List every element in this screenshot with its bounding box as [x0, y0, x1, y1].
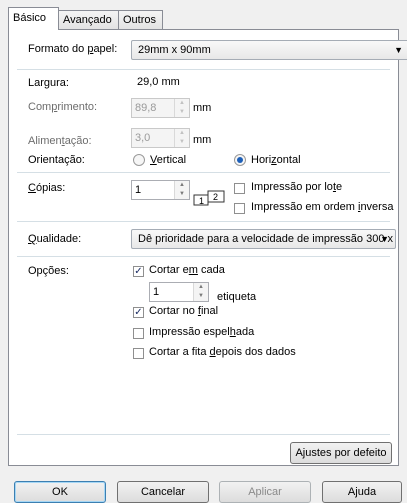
feed-unit: mm	[193, 134, 212, 146]
mirror-print-label[interactable]: Impressão espelhada	[149, 326, 254, 338]
length-label: Comprimento:	[28, 101, 98, 113]
paper-format-dropdown[interactable]: 29mm x 90mm ▼	[131, 40, 407, 60]
paper-format-label: Formato do papel:	[28, 43, 118, 55]
cancel-button[interactable]: Cancelar	[117, 481, 209, 503]
cut-after-checkbox[interactable]	[133, 348, 144, 359]
chevron-down-icon: ▼	[394, 45, 403, 55]
ok-button[interactable]: OK	[14, 481, 106, 503]
cut-count-spin-buttons[interactable]: ▲ ▼	[193, 283, 208, 301]
spin-down-icon: ▼	[179, 109, 185, 115]
cut-each-checkbox[interactable]: ✓	[133, 266, 144, 277]
length-input[interactable]: 89,8 ▲ ▼	[131, 98, 190, 118]
separator	[17, 172, 390, 173]
options-label: Opções:	[28, 265, 69, 277]
help-button[interactable]: Ajuda	[322, 481, 402, 503]
spin-up-icon: ▲	[179, 100, 185, 106]
paper-format-value: 29mm x 90mm	[138, 44, 211, 56]
copies-spin-buttons[interactable]: ▲ ▼	[174, 181, 189, 199]
mirror-print-checkbox[interactable]	[133, 328, 144, 339]
copies-input[interactable]: 1 ▲ ▼	[131, 180, 190, 200]
feed-spin-buttons[interactable]: ▲ ▼	[174, 129, 189, 147]
orientation-label: Orientação:	[28, 154, 85, 166]
spin-up-icon: ▲	[198, 284, 204, 290]
svg-text:1: 1	[199, 196, 204, 206]
spin-down-icon: ▼	[179, 191, 185, 197]
quality-value: Dê prioridade para a velocidade de impre…	[138, 233, 393, 245]
orientation-vertical-radio[interactable]	[133, 154, 145, 166]
label-unit: etiqueta	[217, 291, 257, 303]
spin-down-icon: ▼	[179, 139, 185, 145]
collate-copies-icon: 1 2	[193, 190, 225, 206]
separator	[17, 69, 390, 70]
spin-down-icon: ▼	[198, 293, 204, 299]
cut-after-label[interactable]: Cortar a fita depois dos dados	[149, 346, 296, 358]
separator	[17, 221, 390, 222]
cut-count-input[interactable]: 1 ▲ ▼	[149, 282, 209, 302]
orientation-horizontal-radio[interactable]	[234, 154, 246, 166]
quality-dropdown[interactable]: Dê prioridade para a velocidade de impre…	[131, 229, 396, 249]
batch-print-label[interactable]: Impressão por lote	[251, 181, 342, 193]
reverse-print-checkbox[interactable]	[234, 203, 245, 214]
feed-input[interactable]: 3,0 ▲ ▼	[131, 128, 190, 148]
copies-label: Cópias:	[28, 182, 66, 194]
feed-label: Alimentação:	[28, 135, 92, 147]
quality-label: Qualidade:	[28, 233, 82, 245]
width-label: Largura:	[28, 77, 69, 89]
cut-end-label[interactable]: Cortar no final	[149, 305, 218, 317]
svg-text:2: 2	[213, 192, 218, 202]
separator	[17, 256, 390, 257]
checkmark-icon: ✓	[134, 266, 143, 277]
orientation-horizontal-label[interactable]: Horizontal	[251, 154, 301, 166]
length-unit: mm	[193, 102, 212, 114]
chevron-down-icon: ▼	[380, 234, 389, 244]
cut-each-label[interactable]: Cortar em cada	[149, 264, 225, 276]
tab-outros[interactable]: Outros	[118, 10, 163, 29]
spin-up-icon: ▲	[179, 130, 185, 136]
length-spin-buttons[interactable]: ▲ ▼	[174, 99, 189, 117]
tab-panel-basico: Formato do papel: 29mm x 90mm ▼ Largura:…	[8, 29, 407, 466]
separator	[17, 434, 390, 435]
cut-end-checkbox[interactable]: ✓	[133, 307, 144, 318]
checkmark-icon: ✓	[134, 307, 143, 318]
reverse-print-label[interactable]: Impressão em ordem inversa	[251, 201, 393, 213]
width-value: 29,0 mm	[137, 76, 180, 88]
defaults-button[interactable]: Ajustes por defeito	[290, 442, 392, 464]
batch-print-checkbox[interactable]	[234, 183, 245, 194]
spin-up-icon: ▲	[179, 182, 185, 188]
apply-button[interactable]: Aplicar	[219, 481, 311, 503]
tab-avancado[interactable]: Avançado	[58, 10, 119, 29]
tab-basico[interactable]: Básico	[8, 7, 59, 30]
orientation-vertical-label[interactable]: Vertical	[150, 154, 186, 166]
